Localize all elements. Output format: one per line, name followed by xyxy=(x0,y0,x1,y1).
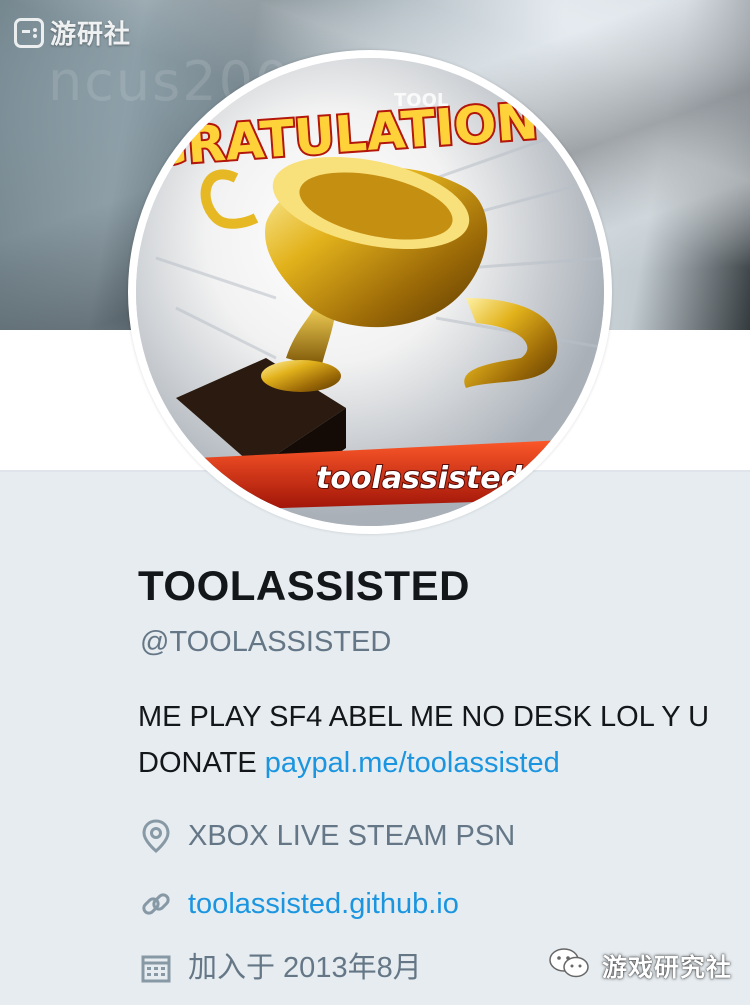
bio-link[interactable]: paypal.me/toolassisted xyxy=(265,747,560,779)
watermark-top-text: 游研社 xyxy=(50,20,132,50)
profile-info: TOOLASSISTED @TOOLASSISTED ME PLAY SF4 A… xyxy=(138,560,738,984)
location-pin-icon xyxy=(138,818,174,854)
wechat-icon xyxy=(548,946,590,985)
website-link[interactable]: toolassisted.github.io xyxy=(188,886,459,922)
watermark-bottom: 游戏研究社 xyxy=(548,946,732,985)
location-row: XBOX LIVE STEAM PSN xyxy=(138,818,515,854)
website-row: toolassisted.github.io xyxy=(138,886,459,922)
avatar[interactable]: GRATULATION TOOL toolassisted xyxy=(136,58,604,526)
profile-page: ncus200 游研社 GRATULATION TOOL toolassiste… xyxy=(0,0,750,1005)
profile-bio: ME PLAY SF4 ABEL ME NO DESK LOL Y U DONA… xyxy=(138,694,750,786)
calendar-icon xyxy=(138,950,174,986)
joined-row: 加入于 2013年8月 xyxy=(138,950,422,986)
avatar-ribbon-text: toolassisted xyxy=(316,461,523,496)
location-text: XBOX LIVE STEAM PSN xyxy=(188,820,516,852)
trophy-avatar-image: GRATULATION TOOL toolassisted xyxy=(136,58,604,526)
link-icon xyxy=(138,886,174,922)
watermark-bottom-text: 游戏研究社 xyxy=(601,952,732,982)
watermark-top: 游研社 xyxy=(14,14,131,51)
joined-date: 加入于 2013年8月 xyxy=(188,952,422,984)
user-handle[interactable]: @TOOLASSISTED xyxy=(140,624,391,660)
avatar-top-small-text: TOOL xyxy=(394,90,448,111)
gamepad-icon xyxy=(14,17,44,48)
display-name[interactable]: TOOLASSISTED xyxy=(138,560,738,612)
